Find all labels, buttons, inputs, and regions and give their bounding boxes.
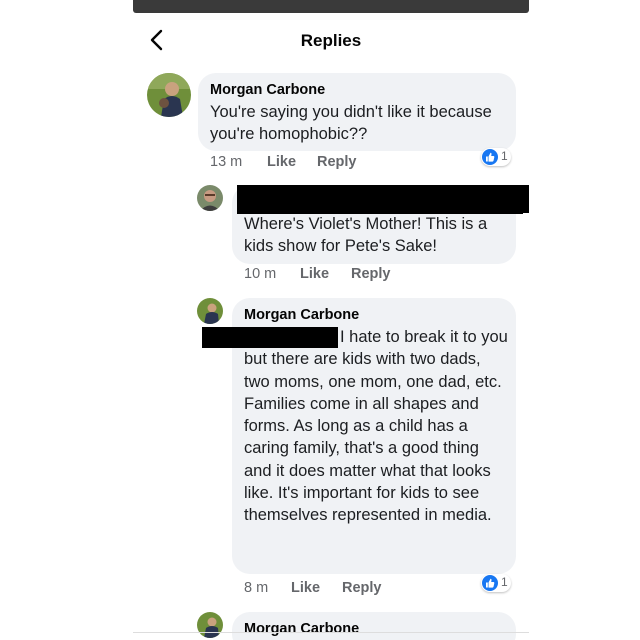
- status-bar: [133, 0, 529, 13]
- like-button[interactable]: Like: [300, 266, 329, 282]
- reply-button[interactable]: Reply: [317, 154, 357, 170]
- comment-bubble: Morgan Carbone: [232, 612, 516, 640]
- avatar[interactable]: [197, 612, 223, 638]
- comment-text-content: I hate to break it to you but there are …: [244, 328, 508, 525]
- reaction-count-badge[interactable]: 1: [481, 148, 511, 166]
- reaction-count: 1: [501, 575, 508, 589]
- comment-time: 10 m: [244, 266, 277, 282]
- thumbs-up-icon: [482, 149, 498, 165]
- comment-author[interactable]: Morgan Carbone: [244, 621, 359, 637]
- avatar[interactable]: [147, 73, 191, 117]
- phone-screen: Replies Morgan Carbone You're saying you…: [133, 0, 529, 640]
- redaction-bar: [237, 185, 523, 214]
- comment-author[interactable]: Morgan Carbone: [210, 82, 325, 98]
- avatar[interactable]: [197, 298, 223, 324]
- like-button[interactable]: Like: [267, 154, 296, 170]
- redaction-bar: [523, 185, 529, 213]
- top-bar: Replies: [133, 13, 529, 68]
- comment-author[interactable]: Morgan Carbone: [244, 307, 359, 323]
- reaction-count: 1: [501, 149, 508, 163]
- page-title: Replies: [300, 31, 362, 50]
- reply-button[interactable]: Reply: [342, 580, 382, 596]
- reply-button[interactable]: Reply: [351, 266, 391, 282]
- comment-bubble: Morgan Carbone You're saying you didn't …: [198, 73, 516, 151]
- comment-text: I hate to break it to you but there are …: [244, 326, 510, 527]
- avatar[interactable]: [197, 185, 223, 211]
- bottom-divider: [133, 632, 529, 633]
- reaction-count-badge[interactable]: 1: [481, 574, 511, 592]
- comment-actions: 13 m Like Reply: [210, 154, 510, 172]
- comment-time: 8 m: [244, 580, 269, 596]
- comment-text: Where's Violet's Mother! This is a kids …: [244, 215, 488, 256]
- thumbs-up-icon: [482, 575, 498, 591]
- redaction-bar: [202, 327, 338, 348]
- comment-time: 13 m: [210, 154, 243, 170]
- like-button[interactable]: Like: [291, 580, 320, 596]
- comment-actions: 10 m Like Reply: [244, 266, 504, 284]
- comment-actions: 8 m Like Reply: [244, 580, 504, 598]
- comment-text: You're saying you didn't like it because…: [210, 103, 492, 144]
